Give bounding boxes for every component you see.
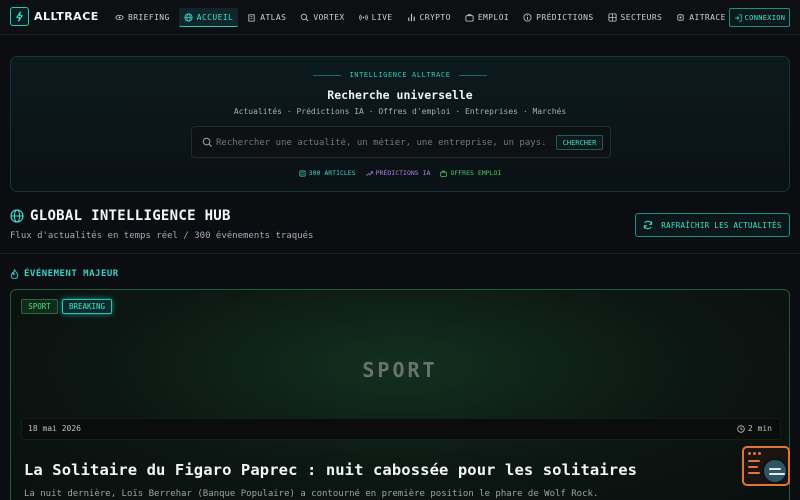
stat-predictions: PRÉDICTIONS IA — [365, 169, 431, 177]
assistant-icon — [762, 458, 788, 484]
nav-item-label: AITRACE — [689, 13, 726, 22]
nav-item-atlas[interactable]: ATLAS — [242, 8, 291, 27]
eyebrow-line-right — [458, 74, 487, 76]
search-icon — [301, 13, 309, 22]
nav-item-live[interactable]: LIVE — [354, 8, 398, 27]
search-subtitle: Actualités · Prédictions IA · Offres d'e… — [233, 107, 567, 116]
nav-item-label: CRYPTO — [419, 13, 451, 22]
search-stats: 300 ARTICLES PRÉDICTIONS IA OFFRES EMPLO… — [11, 169, 789, 177]
page-title-text: GLOBAL INTELLIGENCE HUB — [30, 208, 231, 224]
eyebrow-text: INTELLIGENCE ALLTRACE — [349, 71, 451, 79]
orb-line — [769, 473, 785, 475]
nav-item-label: LIVE — [371, 13, 393, 22]
clock-icon — [737, 424, 745, 433]
login-label: CONNEXION — [744, 13, 786, 22]
flame-icon — [10, 269, 19, 279]
stat-label: 300 ARTICLES — [308, 169, 356, 177]
trend-icon — [365, 170, 373, 176]
building-icon — [248, 14, 255, 22]
nav-item-label: ATLAS — [260, 13, 287, 22]
nav-item-label: SECTEURS — [620, 13, 663, 22]
refresh-news-button[interactable]: RAFRAÎCHIR LES ACTUALITÉS — [635, 213, 790, 237]
nav-item-label: BRIEFING — [128, 13, 170, 22]
assistant-widget-button[interactable] — [742, 446, 790, 486]
breaking-tag: BREAKING — [62, 299, 112, 314]
card-category-banner: SPORT — [362, 358, 438, 382]
top-nav: ALLTRACE BRIEFING ACCUEIL ATLAS VORTEX L… — [0, 0, 800, 35]
major-event-text: ÉVÉNEMENT MAJEUR — [24, 269, 119, 279]
widget-dot — [748, 452, 751, 455]
newspaper-icon — [299, 169, 306, 177]
major-event-label: ÉVÉNEMENT MAJEUR — [10, 269, 119, 279]
search-input[interactable] — [216, 135, 546, 151]
universal-search-panel: INTELLIGENCE ALLTRACE Recherche universe… — [10, 56, 790, 192]
major-event-card[interactable]: SPORT BREAKING SPORT 18 mai 2026 2 min L… — [10, 289, 790, 500]
search-title: Recherche universelle — [327, 88, 473, 102]
eyebrow-line-left — [313, 74, 342, 76]
widget-dot — [753, 452, 756, 455]
globe-icon — [10, 209, 24, 223]
read-time-value: 2 min — [747, 424, 772, 433]
article-headline[interactable]: La Solitaire du Figaro Paprec : nuit cab… — [24, 461, 637, 479]
nav-item-crypto[interactable]: CRYPTO — [402, 8, 456, 27]
stat-label: OFFRES EMPLOI — [450, 169, 502, 177]
search-button[interactable]: CHERCHER — [556, 135, 603, 150]
section-divider — [0, 253, 800, 254]
widget-line — [748, 460, 760, 462]
bar-chart-icon — [407, 13, 415, 22]
article-excerpt: La nuit dernière, Loïs Berrehar (Banque … — [24, 489, 599, 499]
widget-dot — [758, 452, 761, 455]
nav-item-briefing[interactable]: BRIEFING — [110, 8, 175, 27]
widget-line — [748, 472, 760, 474]
briefcase-icon — [465, 14, 474, 22]
nav-item-emploi[interactable]: EMPLOI — [460, 8, 514, 27]
search-icon — [202, 137, 213, 148]
widget-line — [748, 466, 758, 468]
info-icon — [523, 13, 532, 22]
nav-item-aitrace[interactable]: AITRACE — [671, 8, 731, 27]
search-box: CHERCHER — [191, 126, 611, 158]
refresh-label: RAFRAÎCHIR LES ACTUALITÉS — [661, 220, 782, 230]
search-eyebrow: INTELLIGENCE ALLTRACE — [11, 71, 789, 79]
card-meta-bar: 18 mai 2026 2 min — [21, 418, 781, 440]
orb-line — [769, 468, 781, 470]
nav-item-label: VORTEX — [313, 13, 345, 22]
stat-jobs: OFFRES EMPLOI — [440, 169, 501, 177]
nav-item-accueil[interactable]: ACCUEIL — [178, 8, 239, 27]
nav-links: BRIEFING ACCUEIL ATLAS VORTEX LIVE CRYPT… — [110, 8, 758, 27]
login-button[interactable]: CONNEXION — [729, 8, 790, 27]
grid-icon — [608, 13, 617, 22]
stat-articles: 300 ARTICLES — [299, 169, 356, 177]
nav-item-secteurs[interactable]: SECTEURS — [603, 8, 668, 27]
lightning-icon — [10, 7, 29, 26]
read-time: 2 min — [737, 424, 772, 433]
stat-label: PRÉDICTIONS IA — [375, 169, 431, 177]
broadcast-icon — [358, 14, 368, 21]
refresh-icon — [644, 220, 653, 230]
nav-item-label: EMPLOI — [477, 13, 510, 22]
cpu-icon — [677, 14, 684, 21]
nav-item-label: ACCUEIL — [196, 12, 234, 22]
brand-logo[interactable]: ALLTRACE — [10, 7, 99, 26]
nav-item-vortex[interactable]: VORTEX — [295, 8, 349, 27]
page-title: GLOBAL INTELLIGENCE HUB — [10, 208, 231, 224]
eye-icon — [115, 14, 124, 21]
brand-name: ALLTRACE — [34, 10, 99, 23]
briefcase-icon — [440, 170, 448, 177]
page-subtitle: Flux d'actualités en temps réel / 300 év… — [10, 231, 314, 241]
nav-item-predictions[interactable]: PRÉDICTIONS — [518, 8, 598, 27]
login-icon — [734, 13, 742, 22]
category-tag[interactable]: SPORT — [21, 299, 58, 314]
globe-icon — [184, 12, 193, 22]
nav-item-label: PRÉDICTIONS — [536, 13, 594, 22]
article-date: 18 mai 2026 — [28, 424, 81, 433]
